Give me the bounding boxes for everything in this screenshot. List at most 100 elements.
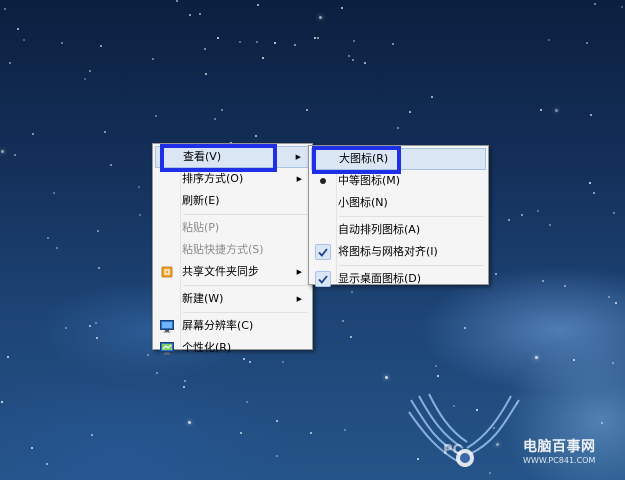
star (46, 463, 48, 465)
star (435, 365, 437, 367)
star (205, 73, 207, 75)
star (274, 42, 276, 44)
star (282, 361, 284, 363)
star (14, 154, 16, 156)
submenu-arrow-icon: ▶ (295, 153, 301, 161)
submenu-item-show-desktop-icons[interactable]: 显示桌面图标(D) (311, 268, 486, 290)
star (464, 327, 466, 329)
menu-item-label: 小图标(N) (338, 196, 388, 209)
star (621, 6, 623, 8)
star (96, 337, 98, 339)
star (353, 40, 355, 42)
star (1, 401, 3, 403)
star (138, 186, 140, 188)
submenu-item-medium-icons[interactable]: 中等图标(M) (311, 170, 486, 192)
star (152, 58, 154, 60)
star (540, 109, 542, 111)
star (214, 118, 216, 120)
star (310, 432, 312, 434)
star (573, 359, 575, 361)
sync-folder-icon (155, 261, 178, 283)
menu-item-new[interactable]: 新建(W) ▶ (155, 288, 310, 310)
star (548, 39, 550, 41)
star (508, 219, 510, 221)
star (612, 362, 614, 364)
menu-item-label: 排序方式(O) (182, 172, 244, 185)
star (350, 336, 352, 338)
star (199, 13, 201, 15)
submenu-item-small-icons[interactable]: 小图标(N) (311, 192, 486, 214)
star (65, 327, 67, 329)
watermark-logo: PC 电脑百事网 WWW.PC841.COM (405, 392, 620, 476)
star (204, 48, 206, 50)
menu-item-personalize[interactable]: 个性化(R) (155, 337, 310, 359)
watermark-url: WWW.PC841.COM (523, 456, 596, 465)
star (84, 78, 86, 80)
star (155, 115, 157, 117)
star (239, 41, 241, 43)
star (139, 214, 141, 216)
submenu-item-align-to-grid[interactable]: 将图标与网格对齐(I) (311, 241, 486, 263)
submenu-arrow-icon: ▶ (296, 295, 302, 303)
star (613, 212, 615, 214)
desktop-context-menu: 查看(V) ▶ 排序方式(O) ▶ 刷新(E) 粘贴(P) 粘贴快捷方式(S) … (152, 143, 313, 354)
star (294, 44, 296, 46)
menu-item-screen-resolution[interactable]: 屏幕分辨率(C) (155, 315, 310, 337)
star (97, 230, 99, 232)
star (221, 109, 223, 111)
menu-item-paste[interactable]: 粘贴(P) (155, 217, 310, 239)
star (586, 42, 588, 44)
menu-item-paste-shortcut[interactable]: 粘贴快捷方式(S) (155, 239, 310, 261)
star (47, 237, 49, 239)
star (262, 57, 264, 59)
star (257, 4, 259, 6)
menu-item-label: 刷新(E) (182, 194, 220, 207)
checkmark-icon (311, 268, 334, 290)
star (183, 386, 185, 388)
star (352, 59, 354, 61)
menu-separator (183, 312, 308, 313)
monitor-icon (155, 315, 178, 337)
star (593, 192, 595, 194)
star (9, 62, 11, 64)
personalize-icon (155, 337, 178, 359)
star (590, 114, 592, 116)
menu-item-sort-by[interactable]: 排序方式(O) ▶ (155, 168, 310, 190)
menu-item-label: 共享文件夹同步 (182, 265, 259, 278)
wing-logo-icon: PC (408, 393, 520, 467)
menu-item-label: 将图标与网格对齐(I) (338, 245, 438, 258)
star (189, 14, 191, 16)
menu-separator (339, 216, 484, 217)
menu-item-view[interactable]: 查看(V) ▶ (155, 146, 310, 168)
star (397, 127, 399, 129)
star (314, 37, 316, 39)
star (276, 420, 278, 422)
menu-item-shared-folder-sync[interactable]: 共享文件夹同步 ▶ (155, 261, 310, 283)
star (89, 70, 91, 72)
menu-item-refresh[interactable]: 刷新(E) (155, 190, 310, 212)
star (409, 111, 411, 113)
star (392, 43, 394, 45)
star (589, 182, 591, 184)
submenu-item-large-icons[interactable]: 大图标(R) (311, 148, 486, 170)
star (156, 372, 158, 374)
checkmark-icon (311, 241, 334, 263)
watermark-brand: 电脑百事网 (523, 439, 596, 455)
menu-item-label: 查看(V) (183, 150, 222, 163)
star (91, 434, 93, 436)
menu-item-label: 粘贴(P) (182, 221, 220, 234)
star (431, 96, 433, 98)
star (240, 432, 242, 434)
star (319, 16, 322, 19)
submenu-arrow-icon: ▶ (296, 175, 302, 183)
star (256, 41, 258, 43)
star (495, 273, 497, 275)
star (56, 247, 58, 249)
star (306, 109, 308, 111)
radio-bullet-icon (311, 170, 334, 192)
star (17, 28, 19, 30)
menu-separator (183, 285, 308, 286)
submenu-item-auto-arrange[interactable]: 自动排列图标(A) (311, 219, 486, 241)
star (100, 45, 102, 47)
star (615, 302, 617, 304)
